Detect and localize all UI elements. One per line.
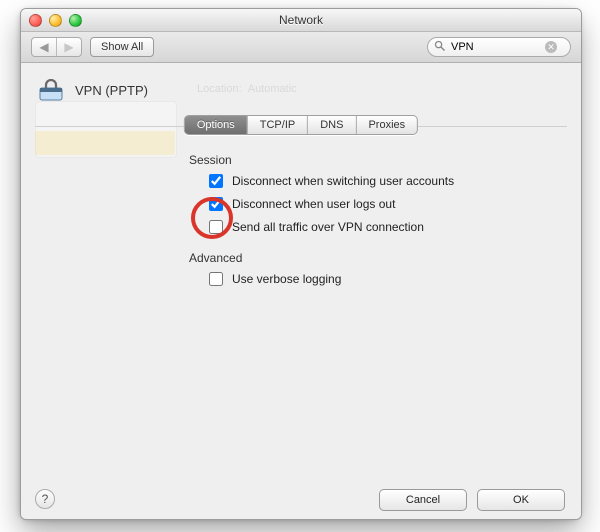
checkbox-label: Disconnect when switching user accounts xyxy=(232,174,454,188)
checkbox-input[interactable] xyxy=(209,174,223,188)
toolbar: ◀ ▶ Show All ✕ xyxy=(21,32,581,63)
preferences-window: Network ◀ ▶ Show All ✕ Locatio xyxy=(20,8,582,520)
checkbox-input[interactable] xyxy=(209,220,223,234)
tab-tcpip[interactable]: TCP/IP xyxy=(248,116,308,134)
lock-icon xyxy=(37,79,65,101)
ok-button[interactable]: OK xyxy=(477,489,565,511)
chevron-left-icon: ◀ xyxy=(39,40,48,54)
checkbox-disconnect-logout[interactable]: Disconnect when user logs out xyxy=(205,194,454,214)
checkbox-send-all-traffic[interactable]: Send all traffic over VPN connection xyxy=(205,217,454,237)
session-heading: Session xyxy=(189,153,454,167)
clear-search-icon[interactable]: ✕ xyxy=(545,41,557,53)
checkbox-label: Disconnect when user logs out xyxy=(232,197,395,211)
checkbox-label: Send all traffic over VPN connection xyxy=(232,220,424,234)
sheet-body: Location: Automatic VPN (PPTP) Options T… xyxy=(21,63,581,520)
forward-button[interactable]: ▶ xyxy=(57,38,81,56)
help-button[interactable]: ? xyxy=(35,489,55,509)
options-panel: Session Disconnect when switching user a… xyxy=(189,149,454,292)
zoom-icon[interactable] xyxy=(69,14,82,27)
tab-options[interactable]: Options xyxy=(185,116,248,134)
minimize-icon[interactable] xyxy=(49,14,62,27)
checkbox-input[interactable] xyxy=(209,197,223,211)
show-all-button[interactable]: Show All xyxy=(90,37,154,57)
checkbox-verbose-logging[interactable]: Use verbose logging xyxy=(205,269,454,289)
connection-name: VPN (PPTP) xyxy=(75,83,148,98)
panel-header: VPN (PPTP) xyxy=(37,79,148,101)
background-text: Location: Automatic xyxy=(197,83,297,95)
checkbox-label: Use verbose logging xyxy=(232,272,341,286)
checkbox-input[interactable] xyxy=(209,272,223,286)
titlebar: Network xyxy=(21,9,581,32)
search-icon xyxy=(434,40,445,54)
tab-bar: Options TCP/IP DNS Proxies xyxy=(184,115,418,135)
chevron-right-icon: ▶ xyxy=(64,40,73,54)
advanced-heading: Advanced xyxy=(189,251,454,265)
checkbox-disconnect-switch-users[interactable]: Disconnect when switching user accounts xyxy=(205,171,454,191)
background-ghost-row xyxy=(35,131,175,155)
search-input[interactable] xyxy=(449,40,545,54)
back-button[interactable]: ◀ xyxy=(32,38,57,56)
nav-segmented: ◀ ▶ xyxy=(31,37,82,57)
search-field[interactable]: ✕ xyxy=(427,37,571,57)
close-icon[interactable] xyxy=(29,14,42,27)
window-title: Network xyxy=(21,13,581,27)
cancel-button[interactable]: Cancel xyxy=(379,489,467,511)
tab-dns[interactable]: DNS xyxy=(308,116,356,134)
tab-proxies[interactable]: Proxies xyxy=(356,116,417,134)
window-controls xyxy=(29,14,82,27)
footer-buttons: Cancel OK xyxy=(379,489,565,511)
